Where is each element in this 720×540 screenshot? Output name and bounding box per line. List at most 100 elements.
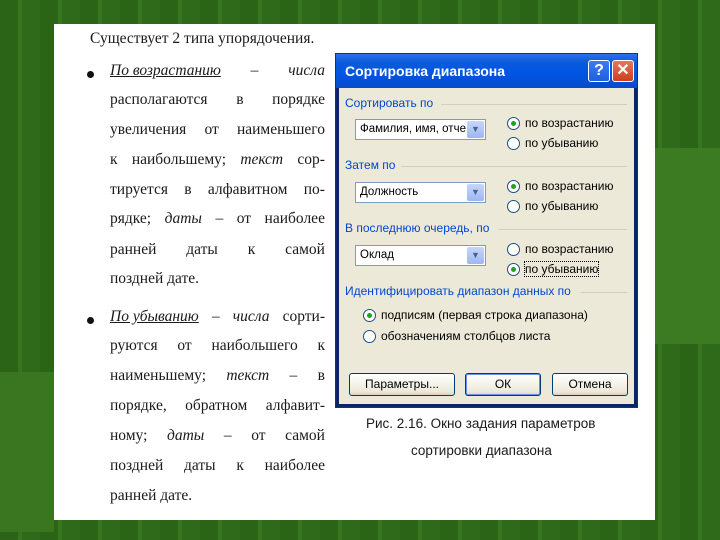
word: наиболее: [264, 457, 325, 474]
word: наибольшего: [211, 337, 298, 354]
sort-by-label: Сортировать по: [345, 96, 434, 110]
close-button[interactable]: ✕: [612, 60, 634, 82]
cancel-button[interactable]: Отмена: [552, 373, 628, 396]
sort3-desc-radio[interactable]: [507, 263, 520, 276]
headers-radio[interactable]: [363, 309, 376, 322]
word: поздней: [110, 457, 164, 474]
word: наибольшему;: [131, 151, 227, 168]
word: текст: [240, 151, 284, 168]
word: увеличения: [110, 121, 187, 138]
word: сорти-: [282, 308, 325, 325]
sort1-asc-radio[interactable]: [507, 117, 520, 130]
help-button[interactable]: ?: [588, 60, 610, 82]
range-label: Идентифицировать диапазон данных по: [345, 284, 571, 298]
sort2-asc-label[interactable]: по возрастанию: [525, 179, 614, 193]
word: порядке,: [110, 397, 167, 414]
then-by-combo[interactable]: Должность ▼: [355, 182, 486, 203]
text-line: По убыванию – числа сорти-: [110, 308, 325, 326]
word: алфавитном: [207, 181, 288, 198]
text-line: поздней дате.: [110, 270, 200, 287]
sort-range-dialog: Сортировка диапазона ? ✕ Сортировать по …: [335, 53, 638, 408]
bg-block: [655, 148, 720, 344]
ok-button[interactable]: ОК: [465, 373, 541, 396]
figure-caption-line2: сортировки диапазона: [411, 443, 552, 458]
sort1-desc-radio[interactable]: [507, 137, 520, 150]
term-descending: По убыванию: [110, 308, 199, 325]
text-line: руются от наибольшего к: [110, 337, 325, 355]
word: тируется: [110, 181, 169, 198]
sort1-asc-label[interactable]: по возрастанию: [525, 116, 614, 130]
word: в: [236, 91, 244, 108]
word: самой: [285, 241, 325, 258]
text-line: рядке; даты – от наиболее: [110, 210, 325, 228]
text-line: порядке, обратном алфавит-: [110, 397, 325, 415]
word: ному;: [110, 427, 148, 444]
word: к: [236, 457, 244, 474]
heading: Существует 2 типа упорядочения.: [90, 30, 315, 47]
chevron-down-icon[interactable]: ▼: [467, 121, 484, 138]
group-divider: [499, 229, 627, 230]
sort2-desc-label[interactable]: по убыванию: [525, 199, 598, 213]
sort-by-value: Фамилия, имя, отче: [360, 123, 466, 135]
text-line: ному; даты – от самой: [110, 427, 325, 445]
word: руются: [110, 337, 158, 354]
last-by-label: В последнюю очередь, по: [345, 221, 490, 235]
word: даты: [186, 241, 218, 258]
last-by-value: Оклад: [360, 249, 394, 261]
sort3-asc-radio[interactable]: [507, 243, 520, 256]
term-ascending: По возрастанию: [110, 62, 221, 79]
word: к: [247, 241, 256, 258]
word: обратном: [185, 397, 248, 414]
sort1-desc-label[interactable]: по убыванию: [525, 136, 598, 150]
word: –: [289, 367, 298, 384]
word: –: [250, 62, 259, 79]
bullet-1: [87, 71, 94, 78]
group-divider: [581, 292, 627, 293]
text-line: увеличения от наименьшего: [110, 121, 325, 139]
then-by-value: Должность: [360, 186, 419, 198]
word: ранней: [110, 241, 157, 258]
word: –: [211, 308, 220, 325]
text-line: располагаются в порядке: [110, 91, 325, 109]
group-divider: [401, 166, 627, 167]
word: располагаются: [110, 91, 208, 108]
word: самой: [285, 427, 325, 444]
word: наименьшего: [236, 121, 325, 138]
then-by-label: Затем по: [345, 158, 396, 172]
word: наименьшему;: [110, 367, 206, 384]
headers-option-label[interactable]: подписям (первая строка диапазона): [381, 308, 588, 322]
sort2-asc-radio[interactable]: [507, 180, 520, 193]
chevron-down-icon[interactable]: ▼: [467, 184, 484, 201]
word: от: [251, 427, 266, 444]
last-by-combo[interactable]: Оклад ▼: [355, 245, 486, 266]
sort-by-combo[interactable]: Фамилия, имя, отче ▼: [355, 119, 486, 140]
word: в: [184, 181, 192, 198]
word: –: [215, 210, 224, 227]
word: наиболее: [264, 210, 325, 227]
sort3-asc-label[interactable]: по возрастанию: [525, 242, 614, 256]
word: сор-: [297, 151, 325, 168]
options-button[interactable]: Параметры...: [349, 373, 455, 396]
bg-block: [0, 372, 54, 532]
dialog-titlebar[interactable]: Сортировка диапазона ? ✕: [336, 54, 637, 88]
word: от: [204, 121, 219, 138]
word: от: [236, 210, 252, 227]
column-letters-label[interactable]: обозначениям столбцов листа: [381, 329, 550, 343]
text-line: поздней даты к наиболее: [110, 457, 325, 475]
sort3-desc-label[interactable]: по убыванию: [523, 261, 600, 277]
chevron-down-icon[interactable]: ▼: [467, 247, 484, 264]
dialog-title: Сортировка диапазона: [345, 63, 505, 79]
word: рядке;: [110, 210, 152, 227]
word: порядке: [272, 91, 325, 108]
word: к: [317, 337, 325, 354]
column-letters-radio[interactable]: [363, 330, 376, 343]
word: –: [223, 427, 232, 444]
word: к: [110, 151, 118, 168]
text-line: По возрастанию – числа: [110, 62, 325, 80]
sort2-desc-radio[interactable]: [507, 200, 520, 213]
bullet-2: [87, 317, 94, 324]
figure-caption-line1: Рис. 2.16. Окно задания параметров: [366, 416, 596, 431]
word: числа: [288, 62, 325, 79]
text-line: ранней дате.: [110, 487, 193, 504]
word: даты: [184, 457, 216, 474]
